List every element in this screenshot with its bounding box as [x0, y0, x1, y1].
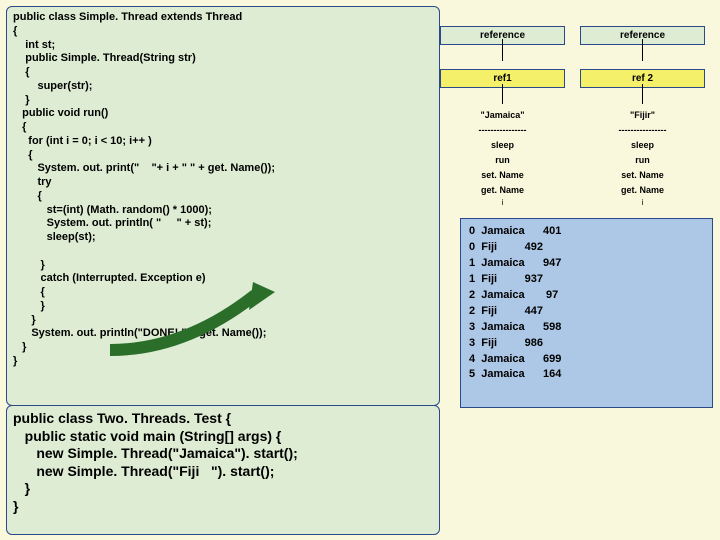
ref2-getname: get. Name [580, 185, 705, 195]
code-block-two-threads-test: public class Two. Threads. Test { public… [6, 405, 440, 535]
ref2-i: i [580, 198, 705, 207]
ref-column-2: reference ref 2 "Fijir" ----------------… [580, 6, 705, 207]
ref2-sleep: sleep [580, 140, 705, 150]
ref2-string: "Fijir" [580, 110, 705, 120]
ref1-getname: get. Name [440, 185, 565, 195]
ref1-sleep: sleep [440, 140, 565, 150]
connector-line [642, 39, 643, 61]
connector-line [502, 39, 503, 61]
program-output: 0 Jamaica 401 0 Fiji 492 1 Jamaica 947 1… [460, 218, 713, 408]
ref2-run: run [580, 155, 705, 165]
ref1-i: i [440, 198, 565, 207]
dots: ---------------- [580, 125, 705, 135]
ref2-setname: set. Name [580, 170, 705, 180]
connector-line [502, 84, 503, 104]
ref1-run: run [440, 155, 565, 165]
ref1-string: "Jamaica" [440, 110, 565, 120]
dots: ---------------- [440, 125, 565, 135]
ref-column-1: reference ref1 "Jamaica" ---------------… [440, 6, 565, 207]
ref1-setname: set. Name [440, 170, 565, 180]
code-block-simple-thread: public class Simple. Thread extends Thre… [6, 6, 440, 406]
connector-line [642, 84, 643, 104]
